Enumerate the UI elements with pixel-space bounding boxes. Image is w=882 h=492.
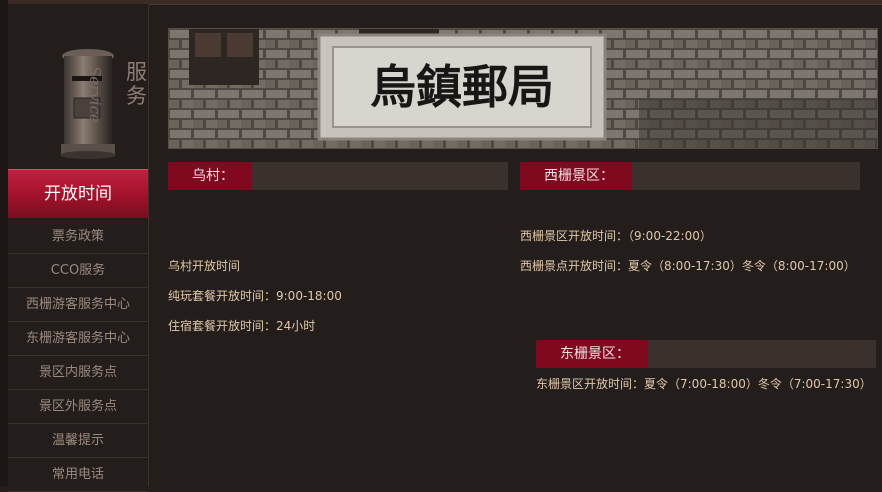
- sidebar: 服务 Service 开放时间 票务政策 CCO服务 西栅游客服务中心 东栅游客…: [8, 4, 149, 492]
- menu-item-ticket-policy[interactable]: 票务政策: [8, 220, 148, 254]
- xizha-title: 西栅景区：: [520, 162, 632, 190]
- xizha-line-2: 西栅景点开放时间：夏令（8:00-17:30）冬令（8:00-17:00）: [520, 259, 856, 273]
- post-office-sign-image: 烏鎮郵局: [169, 29, 877, 148]
- dongzha-header: 东栅景区：: [536, 340, 876, 368]
- sign-text: 烏鎮郵局: [370, 60, 554, 114]
- dongzha-line-1: 东栅景区开放时间：夏令（7:00-18:00）冬令（7:00-17:30）: [536, 377, 872, 391]
- banner-image: 烏鎮郵局: [168, 28, 878, 149]
- menu-item-outer-service-points[interactable]: 景区外服务点: [8, 390, 148, 424]
- menu-item-inner-service-points[interactable]: 景区内服务点: [8, 356, 148, 390]
- wuzhen-line-1: 乌村开放时间: [168, 259, 241, 273]
- xizha-header: 西栅景区：: [520, 162, 860, 190]
- menu-item-phone-numbers[interactable]: 常用电话: [8, 458, 148, 492]
- wuzhen-title: 乌村：: [168, 162, 252, 190]
- wuzhen-line-2: 纯玩套餐开放时间：9:00-18:00: [168, 289, 342, 303]
- service-logo: 服务 Service: [8, 4, 148, 168]
- menu-item-opening-hours[interactable]: 开放时间: [8, 169, 148, 218]
- xizha-line-1: 西栅景区开放时间：（9:00-22:00）: [520, 229, 712, 243]
- menu-item-cco-service[interactable]: CCO服务: [8, 254, 148, 288]
- wuzhen-header: 乌村：: [168, 162, 508, 190]
- dongzha-title: 东栅景区：: [536, 340, 648, 368]
- menu-item-xizha-visitor-center[interactable]: 西栅游客服务中心: [8, 288, 148, 322]
- wuzhen-line-3: 住宿套餐开放时间：24小时: [168, 319, 316, 333]
- service-title-en: Service: [86, 66, 104, 123]
- left-edge: [0, 0, 8, 486]
- menu-item-tips[interactable]: 温馨提示: [8, 424, 148, 458]
- menu-item-dongzha-visitor-center[interactable]: 东栅游客服务中心: [8, 322, 148, 356]
- service-title-cn: 服务: [126, 60, 147, 108]
- sidebar-menu: 票务政策 CCO服务 西栅游客服务中心 东栅游客服务中心 景区内服务点 景区外服…: [8, 220, 148, 492]
